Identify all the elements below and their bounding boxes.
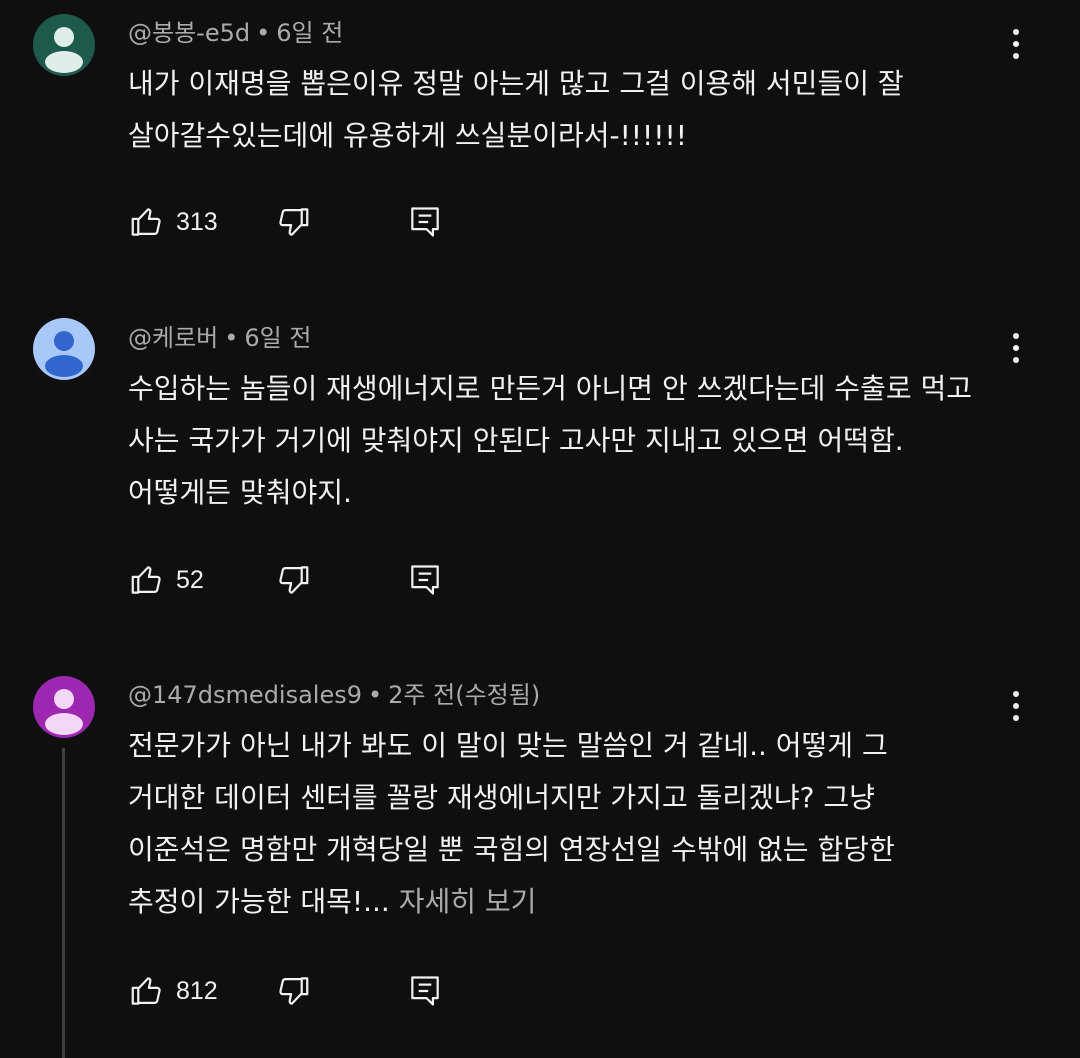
comment-text: 내가 이재명을 뽑은이유 정말 아는게 많고 그걸 이용해 서민들이 잘 살아갈… [128, 58, 978, 162]
comment-author[interactable]: @봉봉-e5d [128, 19, 250, 47]
comment-actions: 812 [128, 971, 458, 1011]
reply-button[interactable] [406, 560, 444, 600]
comment-menu-button[interactable] [1000, 686, 1032, 726]
comment-actions: 313 [128, 202, 458, 242]
comment-text: 수입하는 놈들이 재생에너지로 만든거 아니면 안 쓰겠다는데 수출로 먹고 사… [128, 363, 998, 519]
comment-text-content: 내가 이재명을 뽑은이유 정말 아는게 많고 그걸 이용해 서민들이 잘 살아갈… [128, 67, 913, 152]
avatar[interactable] [33, 318, 95, 380]
thumbs-down-icon [279, 566, 309, 594]
meta-separator: • [256, 19, 271, 47]
like-count: 812 [176, 976, 218, 1005]
comment-menu-button[interactable] [1000, 328, 1032, 368]
more-vertical-icon [1013, 29, 1019, 59]
more-vertical-icon [1013, 333, 1019, 363]
dislike-button[interactable] [274, 560, 312, 600]
reply-icon [411, 976, 439, 1006]
comment-meta: @147dsmedisales9 • 2주 전(수정됨) [128, 680, 540, 710]
thumbs-up-icon [131, 566, 161, 594]
reply-icon [411, 207, 439, 237]
comment-meta: @봉봉-e5d • 6일 전 [128, 18, 343, 48]
comment-time[interactable]: 6일 전 [276, 19, 343, 47]
comment-text: 전문가가 아닌 내가 봐도 이 말이 맞는 말씀인 거 같네.. 어떻게 그 거… [128, 720, 958, 928]
avatar[interactable] [33, 676, 95, 738]
comment-text-content: 수입하는 놈들이 재생에너지로 만든거 아니면 안 쓰겠다는데 수출로 먹고 사… [128, 372, 981, 509]
meta-separator: • [224, 324, 239, 352]
comment-time[interactable]: 2주 전(수정됨) [388, 681, 540, 709]
reply-thread-line [62, 748, 65, 1058]
user-silhouette-icon [45, 689, 83, 735]
like-button[interactable]: 52 [128, 560, 204, 600]
more-vertical-icon [1013, 691, 1019, 721]
user-silhouette-icon [45, 27, 83, 73]
reply-icon [411, 565, 439, 595]
comment-menu-button[interactable] [1000, 24, 1032, 64]
dislike-button[interactable] [274, 971, 312, 1011]
thumbs-up-icon [131, 208, 161, 236]
comment-author[interactable]: @147dsmedisales9 [128, 681, 362, 709]
comment-actions: 52 [128, 560, 458, 600]
read-more-link[interactable]: 자세히 보기 [390, 885, 537, 918]
meta-separator: • [368, 681, 383, 709]
like-count: 52 [176, 565, 204, 594]
like-count: 313 [176, 207, 218, 236]
comment-time[interactable]: 6일 전 [244, 324, 311, 352]
comment-meta: @케로버 • 6일 전 [128, 323, 311, 353]
thumbs-up-icon [131, 977, 161, 1005]
comment-author[interactable]: @케로버 [128, 324, 218, 352]
reply-button[interactable] [406, 202, 444, 242]
thumbs-down-icon [279, 208, 309, 236]
reply-button[interactable] [406, 971, 444, 1011]
like-button[interactable]: 812 [128, 971, 218, 1011]
like-button[interactable]: 313 [128, 202, 218, 242]
thumbs-down-icon [279, 977, 309, 1005]
avatar[interactable] [33, 14, 95, 76]
user-silhouette-icon [45, 331, 83, 377]
dislike-button[interactable] [274, 202, 312, 242]
